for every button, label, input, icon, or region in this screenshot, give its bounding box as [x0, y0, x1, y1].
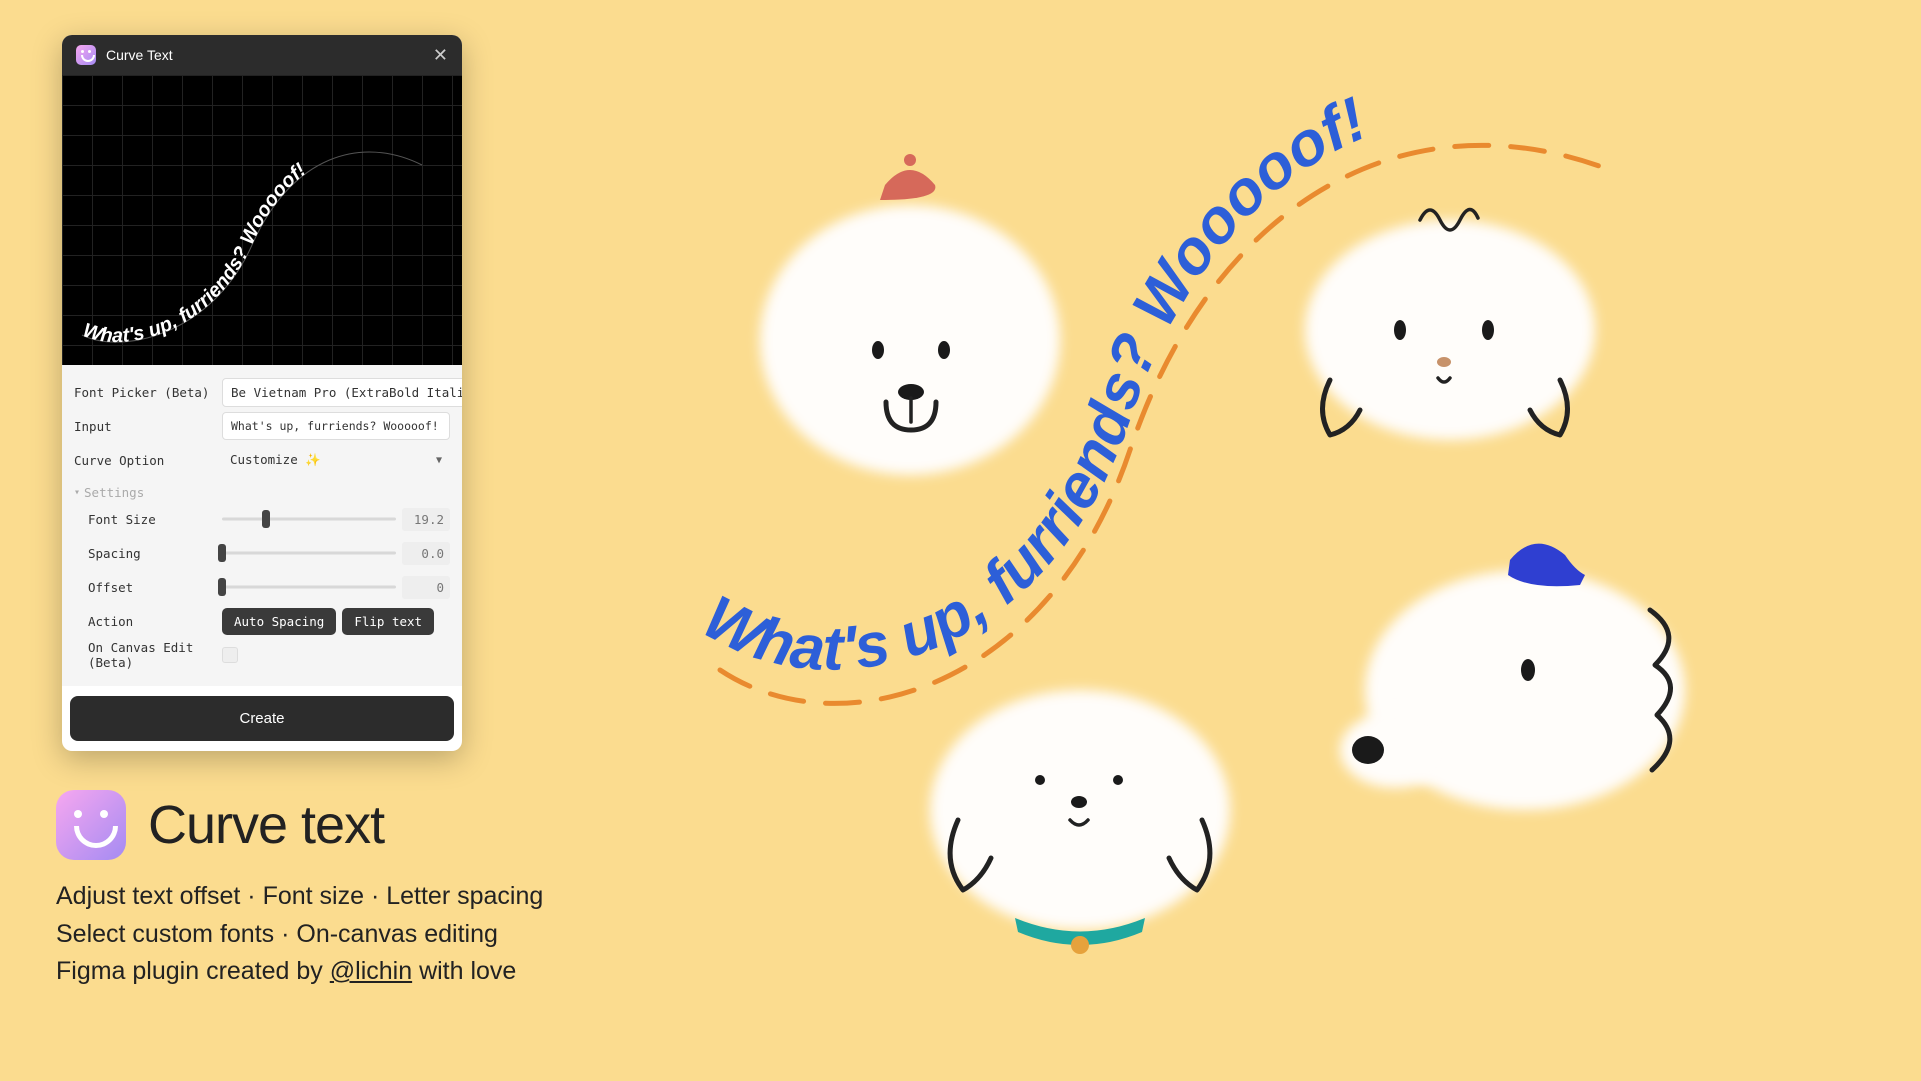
on-canvas-edit-label: On Canvas Edit (Beta) [88, 640, 214, 670]
settings-label: Settings [84, 485, 144, 500]
panel-header: Curve Text ✕ [62, 35, 462, 75]
promo-plugin-icon [56, 790, 126, 860]
plugin-icon [76, 45, 96, 65]
form-area: Font Picker (Beta) Be Vietnam Pro (Extra… [62, 365, 462, 686]
chevron-down-icon: ▼ [436, 455, 442, 466]
panel-title: Curve Text [106, 47, 423, 63]
curve-option-label: Curve Option [74, 453, 214, 468]
promo-credit-prefix: Figma plugin created by [56, 957, 330, 985]
preview-area: What's up, furriends? Wooooof! [62, 75, 462, 365]
preview-curve-text: What's up, furriends? Wooooof! [80, 159, 310, 347]
promo-line-2: Select custom fonts · On-canvas editing [56, 916, 543, 954]
offset-slider[interactable] [222, 577, 396, 597]
offset-label: Offset [88, 580, 214, 595]
curve-option-value: Customize ✨ [230, 452, 321, 468]
create-button[interactable]: Create [70, 696, 454, 741]
curve-option-select[interactable]: Customize ✨ ▼ [222, 446, 450, 474]
promo-line-3: Figma plugin created by @lichin with lov… [56, 953, 543, 991]
on-canvas-edit-checkbox[interactable] [222, 647, 238, 663]
action-label: Action [88, 614, 214, 629]
illustration: What's up, furriends? Wooooof! [680, 50, 1780, 990]
close-icon[interactable]: ✕ [433, 46, 448, 64]
settings-header[interactable]: ▾ Settings [74, 485, 450, 500]
dog-top-right [1305, 209, 1595, 440]
text-input[interactable]: What's up, furriends? Wooooof! [222, 412, 450, 440]
spacing-value[interactable]: 0.0 [402, 542, 450, 565]
promo-line-1: Adjust text offset · Font size · Letter … [56, 878, 543, 916]
plugin-panel: Curve Text ✕ What's up, furriends? Woooo… [62, 35, 462, 751]
input-label: Input [74, 419, 214, 434]
flip-text-button[interactable]: Flip text [342, 608, 434, 635]
font-picker-input[interactable]: Be Vietnam Pro (ExtraBold Italic) [222, 378, 462, 407]
promo-title: Curve text [148, 794, 384, 856]
offset-value[interactable]: 0 [402, 576, 450, 599]
dog-red-hat [760, 154, 1060, 475]
font-picker-label: Font Picker (Beta) [74, 385, 214, 400]
dog-blue-hat [1340, 544, 1685, 810]
font-size-slider[interactable] [222, 509, 396, 529]
font-size-label: Font Size [88, 512, 214, 527]
promo-credit-suffix: with love [412, 957, 516, 985]
disclosure-triangle-icon: ▾ [74, 487, 80, 498]
spacing-slider[interactable] [222, 543, 396, 563]
font-size-value[interactable]: 19.2 [402, 508, 450, 531]
promo-block: Curve text Adjust text offset · Font siz… [56, 790, 543, 991]
spacing-label: Spacing [88, 546, 214, 561]
auto-spacing-button[interactable]: Auto Spacing [222, 608, 336, 635]
author-link[interactable]: @lichin [330, 957, 412, 985]
dog-collar [930, 690, 1230, 954]
